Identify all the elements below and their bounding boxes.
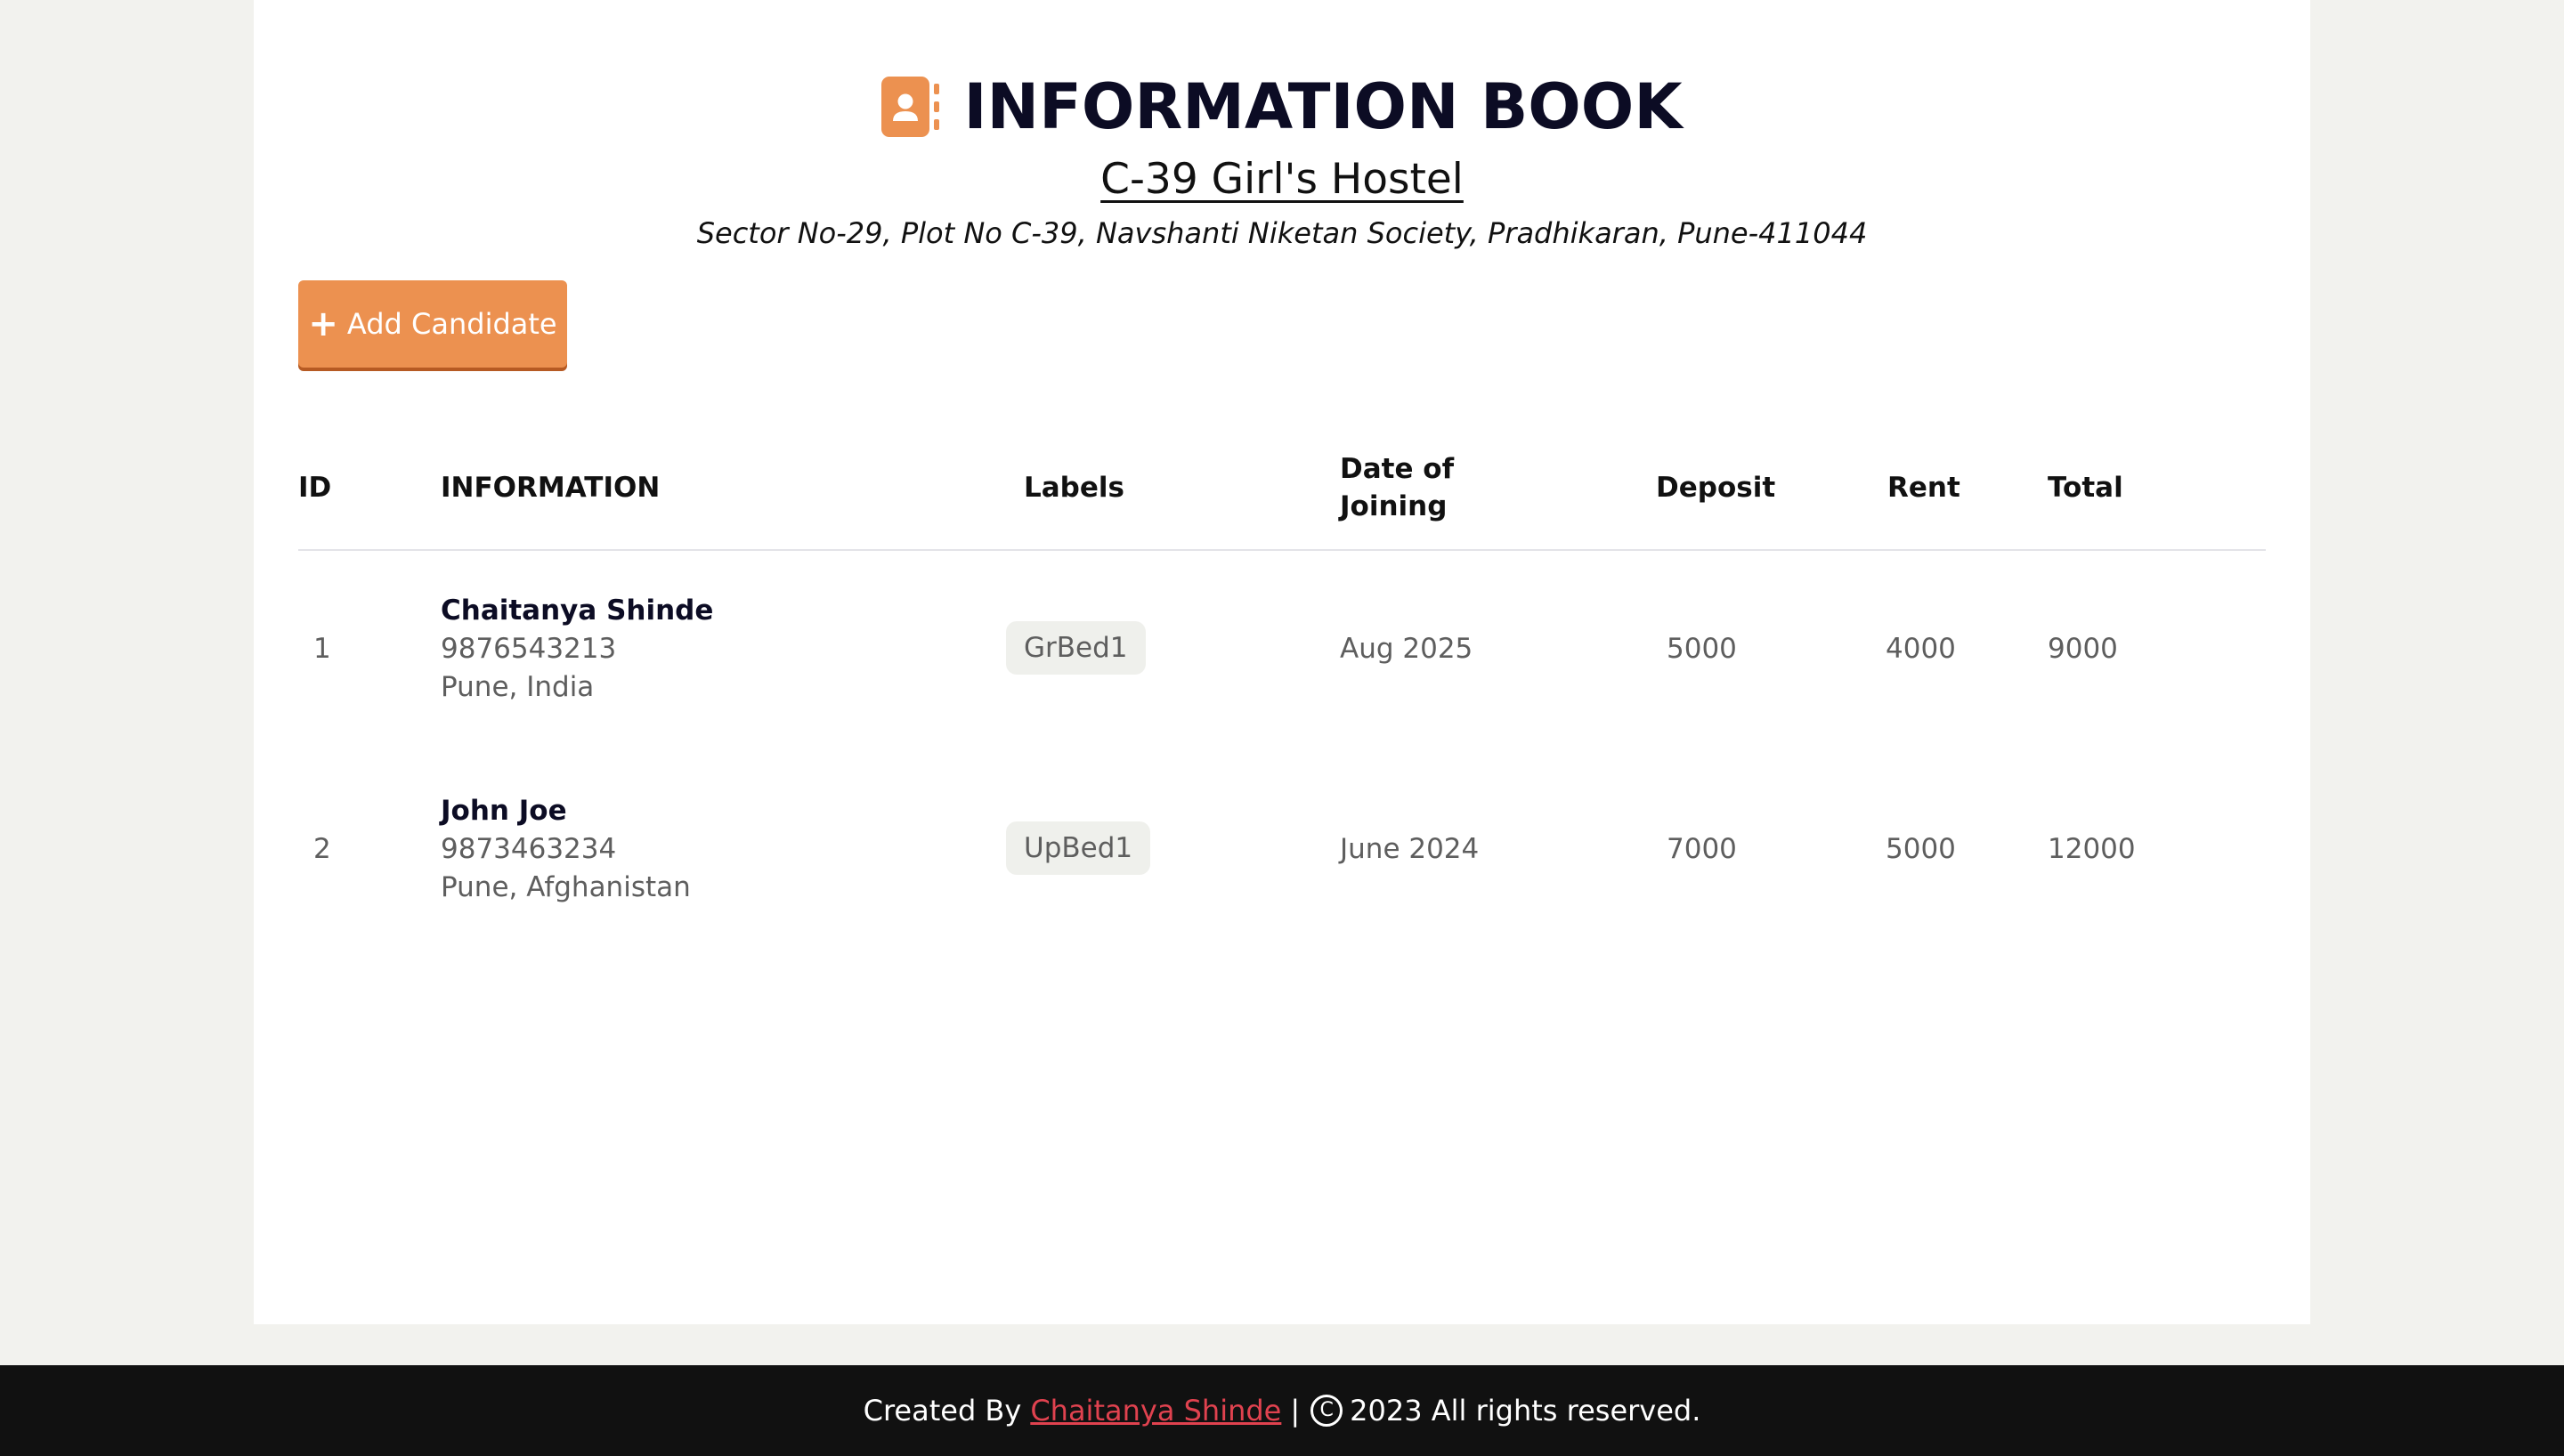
footer-rights: 2023 All rights reserved. xyxy=(1350,1394,1701,1428)
row-rent: 5000 xyxy=(1886,833,1956,865)
hostel-name: C-39 Girl's Hostel xyxy=(1100,155,1464,204)
add-candidate-label: Add Candidate xyxy=(346,307,557,341)
copyright-icon: C xyxy=(1310,1395,1343,1427)
row-label: GrBed1 xyxy=(1006,621,1146,675)
candidate-location: Pune, India xyxy=(441,671,595,703)
candidate-phone: 9873463234 xyxy=(441,833,617,865)
table-header-divider xyxy=(298,549,2266,551)
row-deposit: 5000 xyxy=(1667,633,1737,665)
contact-book-icon xyxy=(881,77,940,137)
row-information: Chaitanya Shinde 9876543213 Pune, India xyxy=(441,592,713,707)
row-information: John Joe 9873463234 Pune, Afghanistan xyxy=(441,792,691,907)
row-date: Aug 2025 xyxy=(1340,633,1473,665)
page-header: INFORMATION BOOK xyxy=(254,69,2310,144)
add-candidate-button[interactable]: + Add Candidate xyxy=(298,280,567,368)
main-card: INFORMATION BOOK C-39 Girl's Hostel Sect… xyxy=(254,0,2310,1324)
footer-created-by: Created By xyxy=(863,1394,1022,1428)
candidate-location: Pune, Afghanistan xyxy=(441,871,691,903)
row-total: 9000 xyxy=(2048,633,2118,665)
candidate-name: Chaitanya Shinde xyxy=(441,595,714,627)
plus-icon: + xyxy=(308,303,338,344)
column-header-date: Date of Joining xyxy=(1340,450,1454,525)
hostel-address: Sector No-29, Plot No C-39, Navshanti Ni… xyxy=(696,216,1868,250)
row-total: 12000 xyxy=(2048,833,2136,865)
column-header-information: INFORMATION xyxy=(441,472,661,504)
column-header-total: Total xyxy=(2048,472,2123,504)
row-deposit: 7000 xyxy=(1667,833,1737,865)
column-header-deposit: Deposit xyxy=(1656,472,1776,504)
column-header-date-line1: Date of xyxy=(1340,453,1455,485)
column-header-rent: Rent xyxy=(1887,472,1960,504)
label-badge: UpBed1 xyxy=(1006,821,1151,875)
footer-author-link[interactable]: Chaitanya Shinde xyxy=(1030,1394,1281,1428)
row-date: June 2024 xyxy=(1340,833,1480,865)
column-header-date-line2: Joining xyxy=(1340,490,1448,522)
column-header-labels: Labels xyxy=(1024,472,1124,504)
label-badge: GrBed1 xyxy=(1006,621,1146,675)
row-label: UpBed1 xyxy=(1006,821,1151,875)
candidate-name: John Joe xyxy=(441,795,567,827)
candidate-phone: 9876543213 xyxy=(441,633,617,665)
row-id: 1 xyxy=(313,633,331,665)
column-header-id: ID xyxy=(298,472,332,504)
page-title: INFORMATION BOOK xyxy=(963,70,1683,143)
footer-separator: | xyxy=(1290,1394,1301,1428)
row-rent: 4000 xyxy=(1886,633,1956,665)
page-footer: Created By Chaitanya Shinde | C 2023 All… xyxy=(0,1365,2564,1456)
row-id: 2 xyxy=(313,833,331,865)
